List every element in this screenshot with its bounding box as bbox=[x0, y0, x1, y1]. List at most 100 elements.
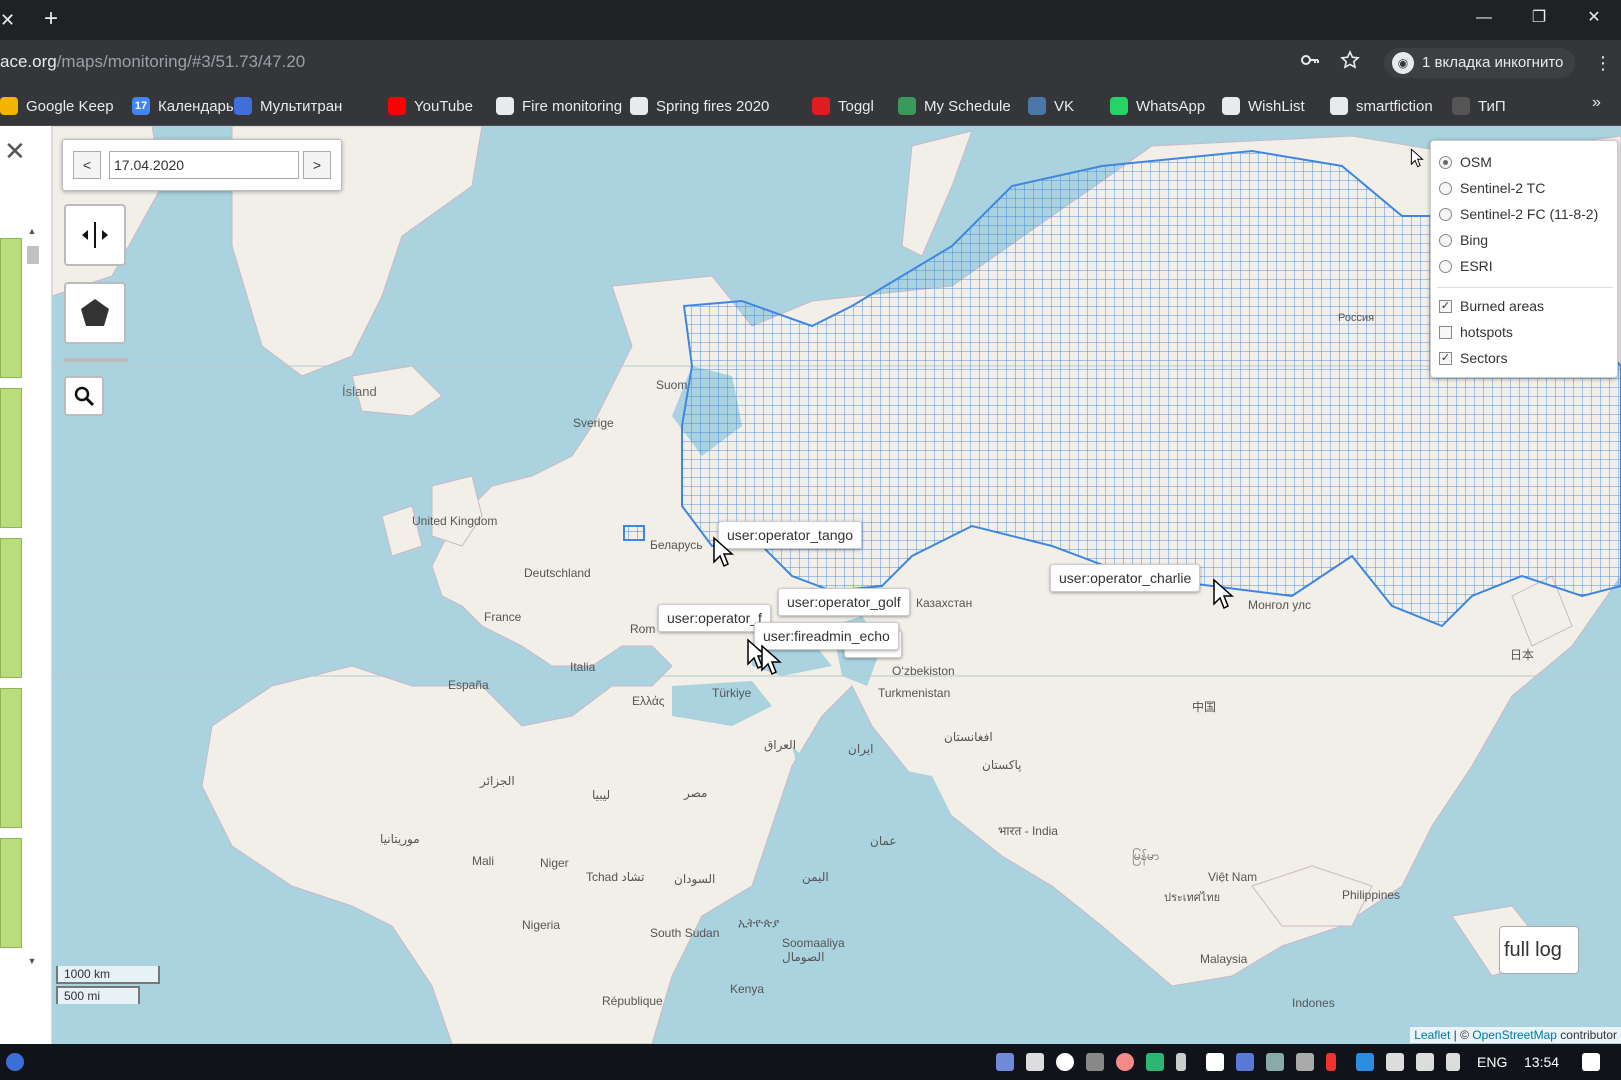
bookmark-item[interactable]: WishList bbox=[1222, 94, 1305, 118]
bookmark-item[interactable]: WhatsApp bbox=[1110, 94, 1205, 118]
panel-item[interactable] bbox=[0, 688, 22, 828]
toolbar-divider bbox=[64, 358, 128, 362]
label-rdc: République bbox=[602, 994, 663, 1008]
menu-icon[interactable]: ⋮ bbox=[1590, 50, 1616, 76]
full-log-button[interactable]: full log bbox=[1499, 926, 1579, 974]
radio-button[interactable] bbox=[1439, 155, 1452, 169]
address-bar[interactable]: ace.org/maps/monitoring/#3/51.73/47.20 bbox=[0, 52, 305, 72]
volume-icon[interactable] bbox=[1446, 1053, 1460, 1071]
layers-separator bbox=[1437, 287, 1613, 288]
app-icon[interactable] bbox=[1116, 1053, 1134, 1071]
next-date-button[interactable]: > bbox=[303, 151, 331, 179]
window-close-button[interactable]: ✕ bbox=[1567, 0, 1621, 36]
network-icon[interactable] bbox=[1416, 1053, 1434, 1071]
bookmark-item[interactable]: YouTube bbox=[388, 94, 473, 118]
bookmark-item[interactable]: Fire monitoring bbox=[496, 94, 622, 118]
label-malaysia: Malaysia bbox=[1200, 952, 1248, 966]
checkbox[interactable] bbox=[1439, 325, 1452, 339]
key-icon[interactable] bbox=[1297, 50, 1323, 76]
bookmark-item[interactable]: Google Keep bbox=[0, 94, 114, 118]
leaflet-link[interactable]: Leaflet bbox=[1414, 1028, 1450, 1042]
overlay-layer-option[interactable]: ✓ Sectors bbox=[1439, 347, 1507, 369]
bookmark-item[interactable]: Toggl bbox=[812, 94, 874, 118]
label-india: भारत - India bbox=[998, 824, 1058, 838]
tooltip-operator-golf: user:operator_golf bbox=[778, 588, 910, 616]
bluetooth-icon[interactable] bbox=[1356, 1053, 1374, 1071]
app-icon[interactable] bbox=[1236, 1053, 1254, 1071]
label-japan: 日本 bbox=[1510, 648, 1535, 662]
draw-polygon-button[interactable] bbox=[64, 282, 126, 344]
map-view[interactable]: Ísland Sverige Suom United Kingdom Белар… bbox=[52, 126, 1621, 1044]
notifications-icon[interactable] bbox=[1582, 1053, 1600, 1071]
url-domain: ace.org bbox=[0, 52, 57, 71]
incognito-badge[interactable]: ◉ 1 вкладка инкогнито bbox=[1384, 48, 1576, 78]
bookmark-item[interactable]: My Schedule bbox=[898, 94, 1011, 118]
close-panel-icon[interactable]: ✕ bbox=[4, 136, 26, 167]
base-layer-option[interactable]: Bing bbox=[1439, 229, 1488, 251]
bookmark-label: ТиП bbox=[1478, 97, 1506, 115]
overlay-layer-option[interactable]: ✓ Burned areas bbox=[1439, 295, 1544, 317]
label-thailand: ประเทศไทย bbox=[1164, 892, 1221, 904]
scrollbar-thumb[interactable] bbox=[27, 246, 39, 264]
bookmarks-overflow-button[interactable]: » bbox=[1592, 94, 1601, 112]
date-input[interactable]: 17.04.2020 bbox=[109, 151, 299, 179]
microphone-icon[interactable] bbox=[1176, 1053, 1186, 1071]
star-icon[interactable] bbox=[1337, 50, 1363, 76]
checkbox[interactable]: ✓ bbox=[1439, 299, 1452, 313]
bookmark-label: VK bbox=[1054, 97, 1075, 115]
base-layer-option[interactable]: Sentinel-2 TC bbox=[1439, 177, 1545, 199]
remote-cursor-icon bbox=[713, 536, 734, 568]
shield-icon[interactable] bbox=[1146, 1053, 1164, 1071]
tip-icon bbox=[1452, 97, 1470, 115]
split-view-button[interactable] bbox=[64, 204, 126, 266]
cloud-icon[interactable] bbox=[1056, 1053, 1074, 1071]
scroll-up-arrow[interactable]: ▲ bbox=[26, 226, 38, 238]
radio-button[interactable] bbox=[1439, 207, 1452, 221]
app-icon[interactable] bbox=[1026, 1053, 1044, 1071]
app-icon[interactable] bbox=[1326, 1053, 1336, 1071]
bookmark-item[interactable]: 17 Календарь bbox=[132, 94, 234, 118]
radio-button[interactable] bbox=[1439, 181, 1452, 195]
whatsapp-icon bbox=[1110, 97, 1128, 115]
start-icon[interactable] bbox=[6, 1053, 24, 1071]
label-myanmar: မြန်မာ bbox=[1132, 849, 1159, 863]
scroll-down-arrow[interactable]: ▼ bbox=[26, 956, 38, 968]
close-tab-icon[interactable]: ✕ bbox=[0, 8, 15, 32]
previous-date-button[interactable]: < bbox=[73, 151, 101, 179]
radio-button[interactable] bbox=[1439, 259, 1452, 273]
language-indicator[interactable]: ENG bbox=[1477, 1054, 1507, 1070]
label-uzbekistan: O‘zbekiston bbox=[892, 664, 955, 678]
base-layer-option[interactable]: Sentinel-2 FC (11-8-2) bbox=[1439, 203, 1598, 225]
dropbox-icon[interactable] bbox=[1206, 1053, 1224, 1071]
radio-button[interactable] bbox=[1439, 233, 1452, 247]
bookmark-item[interactable]: smartfiction bbox=[1330, 94, 1433, 118]
checkbox[interactable]: ✓ bbox=[1439, 351, 1452, 365]
battery-icon[interactable] bbox=[1386, 1053, 1404, 1071]
osm-link[interactable]: OpenStreetMap bbox=[1472, 1028, 1557, 1042]
overlay-layer-option[interactable]: hotspots bbox=[1439, 321, 1513, 343]
panel-item[interactable] bbox=[0, 838, 22, 948]
base-layer-option[interactable]: OSM bbox=[1439, 151, 1492, 173]
bookmark-item[interactable]: Spring fires 2020 bbox=[630, 94, 769, 118]
label-uk: United Kingdom bbox=[412, 514, 498, 528]
tab-strip: ✕ + — ❐ ✕ bbox=[0, 0, 1621, 40]
clock[interactable]: 13:54 bbox=[1524, 1054, 1559, 1070]
base-layer-option[interactable]: ESRI bbox=[1439, 255, 1493, 277]
label-nigeria: Nigeria bbox=[522, 918, 561, 932]
bookmark-item[interactable]: Мультитран bbox=[234, 94, 342, 118]
label-china: 中国 bbox=[1192, 700, 1217, 714]
keyboard-en-icon[interactable] bbox=[1086, 1053, 1104, 1071]
browser-toolbar: ace.org/maps/monitoring/#3/51.73/47.20 ◉… bbox=[0, 40, 1621, 86]
steam-icon[interactable] bbox=[1266, 1053, 1284, 1071]
bookmark-item[interactable]: ТиП bbox=[1452, 94, 1506, 118]
panel-item[interactable] bbox=[0, 388, 22, 528]
display-icon[interactable] bbox=[1296, 1053, 1314, 1071]
minimize-button[interactable]: — bbox=[1457, 0, 1511, 36]
bookmark-item[interactable]: VK bbox=[1028, 94, 1074, 118]
discord-icon[interactable] bbox=[996, 1053, 1014, 1071]
new-tab-button[interactable]: + bbox=[38, 6, 64, 32]
panel-item[interactable] bbox=[0, 238, 22, 378]
panel-item[interactable] bbox=[0, 538, 22, 678]
restore-button[interactable]: ❐ bbox=[1512, 0, 1566, 36]
search-button[interactable] bbox=[64, 376, 104, 416]
